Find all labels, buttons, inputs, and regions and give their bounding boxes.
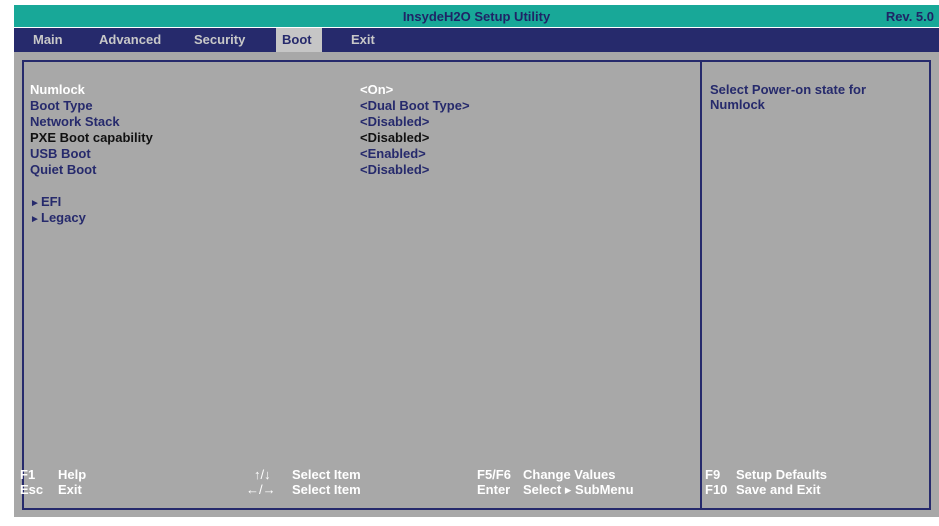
setting-label: Boot Type — [30, 98, 93, 113]
setting-row-usb-boot[interactable]: USB Boot <Enabled> — [24, 146, 684, 162]
setting-label: Network Stack — [30, 114, 120, 129]
footer-item: ←/→ Select Item — [246, 482, 361, 497]
submenu-efi[interactable]: ►EFI — [24, 194, 224, 210]
app-title: InsydeH2O Setup Utility — [402, 9, 551, 24]
setting-label: PXE Boot capability — [30, 130, 153, 145]
footer-item: ↑/↓ Select Item — [254, 467, 361, 482]
footer-desc: Help — [58, 467, 87, 482]
footer-desc: Select Item — [292, 482, 361, 497]
setting-value[interactable]: <Dual Boot Type> — [360, 98, 470, 114]
setting-value[interactable]: <Disabled> — [360, 130, 429, 146]
footer-desc: Select Item — [292, 467, 361, 482]
tab-main[interactable]: Main — [27, 28, 69, 52]
setting-row-numlock[interactable]: Numlock <On> — [24, 82, 684, 98]
submenu-label: EFI — [41, 194, 62, 209]
submenu-legacy[interactable]: ►Legacy — [24, 210, 224, 226]
footer-key: F10 — [705, 482, 728, 497]
footer-key: F5/F6 — [477, 467, 511, 482]
menu-bar: Main Advanced Security Boot Exit — [14, 28, 939, 52]
main-panel: Numlock <On> Boot Type <Dual Boot Type> … — [14, 52, 939, 517]
footer-desc: Exit — [58, 482, 82, 497]
footer-key: F1 — [20, 467, 36, 482]
key-help-bar: F1 Help Esc Exit ↑/↓ Select Item ←/→ Select … — [14, 466, 939, 526]
help-text: Select Power-on state for Numlock — [710, 82, 867, 112]
panel-divider — [700, 62, 702, 508]
title-bar: InsydeH2O Setup Utility Rev. 5.0 — [14, 5, 939, 27]
setting-row-quiet-boot[interactable]: Quiet Boot <Disabled> — [24, 162, 684, 178]
tab-exit[interactable]: Exit — [345, 28, 381, 52]
setting-label: Numlock — [30, 82, 85, 97]
footer-key: ↑/↓ — [254, 467, 271, 482]
setting-row-network-stack[interactable]: Network Stack <Disabled> — [24, 114, 684, 130]
setting-label: USB Boot — [30, 146, 91, 161]
setting-row-pxe-boot[interactable]: PXE Boot capability <Disabled> — [24, 130, 684, 146]
setting-label: Quiet Boot — [30, 162, 97, 177]
footer-item: F1 Help — [20, 467, 86, 482]
footer-key: ←/→ — [246, 482, 276, 497]
footer-item: Esc Exit — [20, 482, 82, 497]
setting-value[interactable]: <Disabled> — [360, 114, 429, 130]
setting-value[interactable]: <Enabled> — [360, 146, 426, 162]
footer-item: F10 Save and Exit — [705, 482, 821, 497]
footer-item: F5/F6 Change Values — [477, 467, 615, 482]
setting-value[interactable]: <Disabled> — [360, 162, 429, 178]
footer-item: Enter Select ▸ SubMenu — [477, 482, 634, 497]
submenu-arrow-icon: ► — [30, 214, 40, 225]
footer-desc: Change Values — [523, 467, 616, 482]
settings-frame: Numlock <On> Boot Type <Dual Boot Type> … — [22, 60, 931, 510]
revision-label: Rev. 5.0 — [885, 9, 934, 24]
setting-value[interactable]: <On> — [360, 82, 393, 98]
setting-row-boot-type[interactable]: Boot Type <Dual Boot Type> — [24, 98, 684, 114]
footer-item: F9 Setup Defaults — [705, 467, 827, 482]
tab-advanced[interactable]: Advanced — [93, 28, 167, 52]
footer-key: Enter — [477, 482, 511, 497]
footer-desc: Save and Exit — [736, 482, 821, 497]
footer-key: F9 — [705, 467, 721, 482]
footer-desc: Select ▸ SubMenu — [523, 482, 634, 497]
tab-boot[interactable]: Boot — [276, 28, 322, 52]
tab-security[interactable]: Security — [188, 28, 251, 52]
footer-key: Esc — [20, 482, 44, 497]
submenu-label: Legacy — [41, 210, 86, 225]
footer-desc: Setup Defaults — [736, 467, 828, 482]
